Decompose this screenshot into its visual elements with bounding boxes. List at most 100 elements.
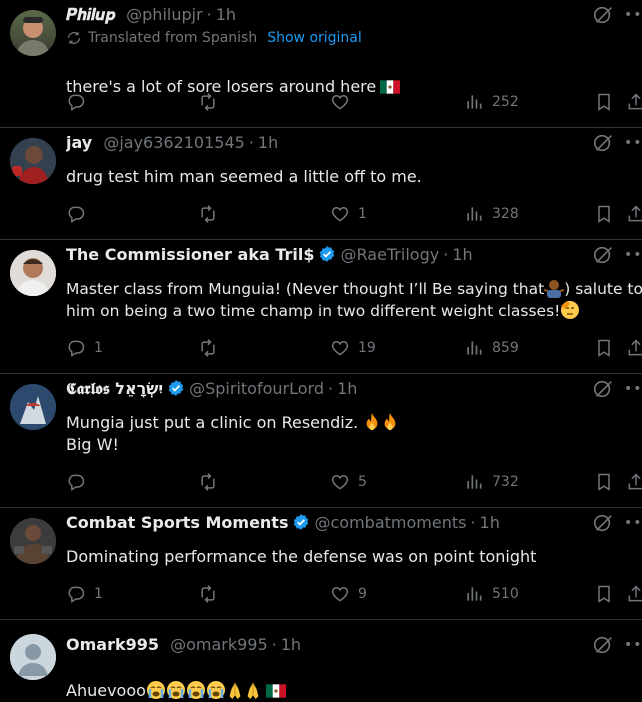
reply-button[interactable] — [66, 203, 94, 225]
avatar[interactable] — [10, 518, 56, 564]
bookmark-icon — [594, 204, 614, 224]
user-handle[interactable]: @RaeTrilogy — [340, 245, 439, 264]
views-button[interactable]: 510 — [464, 583, 519, 605]
more-icon[interactable]: ••• — [624, 247, 642, 263]
more-icon[interactable]: ••• — [624, 381, 642, 397]
timestamp[interactable]: 1h — [337, 379, 357, 398]
user-handle[interactable]: @SpiritofourLord — [189, 379, 324, 398]
user-handle[interactable]: @omark995 — [170, 635, 268, 654]
post-text-content: Ahuevooo — [66, 681, 146, 700]
views-button[interactable]: 732 — [464, 471, 519, 493]
retweet-button[interactable] — [198, 337, 218, 359]
post[interactable]: Omark995 @omark995·1h ••• Ahuevooo — [0, 620, 642, 700]
views-button[interactable]: 859 — [464, 337, 519, 359]
like-button[interactable]: 1 — [330, 203, 367, 225]
user-handle[interactable]: @jay6362101545 — [103, 133, 245, 152]
bookmark-icon — [594, 472, 614, 492]
like-count: 9 — [358, 586, 367, 602]
display-name[interactable]: 𝕮𝖆𝖗𝖑𝖔𝖘 יִשְׂרָאֵל — [66, 379, 163, 398]
crying-emoji-icon — [186, 680, 206, 700]
retweet-button[interactable] — [198, 583, 218, 605]
views-icon — [464, 584, 484, 604]
post[interactable]: 𝑷𝒉𝒊𝒍𝒖𝒑 @philupjr·1h ••• Translated from … — [0, 0, 642, 128]
like-button[interactable] — [330, 91, 358, 113]
separator-dot: · — [470, 513, 476, 532]
timestamp[interactable]: 1h — [452, 245, 472, 264]
share-icon — [626, 584, 642, 604]
avatar[interactable] — [10, 138, 56, 184]
view-count: 732 — [492, 474, 519, 490]
display-name[interactable]: 𝑷𝒉𝒊𝒍𝒖𝒑 — [66, 5, 115, 24]
retweet-button[interactable] — [198, 91, 218, 113]
crying-emoji-icon — [166, 680, 186, 700]
retweet-icon — [198, 204, 218, 224]
bookmark-button[interactable] — [594, 203, 614, 225]
post-text: drug test him man seemed a little off to… — [66, 167, 422, 186]
timestamp[interactable]: 1h — [258, 133, 278, 152]
grok-icon[interactable] — [592, 4, 614, 26]
display-name[interactable]: Omark995 — [66, 635, 159, 654]
retweet-button[interactable] — [198, 471, 218, 493]
avatar[interactable] — [10, 384, 56, 430]
more-icon[interactable]: ••• — [624, 7, 642, 23]
reply-button[interactable]: 1 — [66, 337, 103, 359]
share-button[interactable] — [626, 583, 642, 605]
post-text: Ahuevooo — [66, 658, 634, 702]
bookmark-button[interactable] — [594, 337, 614, 359]
translate-icon — [66, 30, 82, 46]
post[interactable]: jay @jay6362101545·1h ••• drug test him … — [0, 128, 642, 240]
grok-icon[interactable] — [592, 378, 614, 400]
share-button[interactable] — [626, 337, 642, 359]
user-handle[interactable]: @philupjr — [126, 5, 203, 24]
like-button[interactable]: 9 — [330, 583, 367, 605]
avatar[interactable] — [10, 250, 56, 296]
pray-emoji-icon — [226, 680, 244, 700]
grok-icon[interactable] — [592, 132, 614, 154]
post-header: Combat Sports Moments @combatmoments · 1h — [66, 511, 582, 535]
user-handle[interactable]: @combatmoments — [314, 513, 466, 532]
like-button[interactable]: 19 — [330, 337, 376, 359]
grok-icon[interactable] — [592, 244, 614, 266]
pray-emoji-icon — [244, 680, 262, 700]
post-header: jay @jay6362101545 · 1h — [66, 131, 582, 155]
like-button[interactable]: 5 — [330, 471, 367, 493]
show-original-link[interactable]: Show original — [267, 30, 362, 46]
post[interactable]: Combat Sports Moments @combatmoments · 1h •… — [0, 508, 642, 620]
post[interactable]: 𝕮𝖆𝖗𝖑𝖔𝖘 יִשְׂרָאֵל @SpiritofourLord·1h •••… — [0, 374, 642, 508]
reply-icon — [66, 472, 86, 492]
reply-button[interactable]: 1 — [66, 583, 103, 605]
grok-icon[interactable] — [592, 634, 614, 656]
more-icon[interactable]: ••• — [624, 637, 642, 653]
grok-icon[interactable] — [592, 512, 614, 534]
views-button[interactable]: 252 — [464, 91, 519, 113]
more-icon[interactable]: ••• — [624, 135, 642, 151]
reply-button[interactable] — [66, 471, 94, 493]
share-button[interactable] — [626, 471, 642, 493]
separator-dot: · — [443, 245, 449, 264]
bookmark-button[interactable] — [594, 91, 614, 113]
more-icon[interactable]: ••• — [624, 515, 642, 531]
display-name[interactable]: Combat Sports Moments — [66, 513, 288, 532]
timestamp[interactable]: 1h — [281, 635, 301, 654]
reply-icon — [66, 92, 86, 112]
post-text-line1-a: Master class from Munguia! (Never though… — [66, 280, 545, 298]
bookmark-button[interactable] — [594, 471, 614, 493]
share-icon — [626, 338, 642, 358]
post-text: Mungia just put a clinic on Resendiz. Bi… — [66, 412, 634, 456]
display-name[interactable]: jay — [66, 133, 92, 152]
reply-button[interactable] — [66, 91, 94, 113]
post[interactable]: The Commissioner aka Tril$ @RaeTrilogy · 1h… — [0, 240, 642, 374]
view-count: 252 — [492, 94, 519, 110]
avatar[interactable] — [10, 10, 56, 56]
display-name[interactable]: The Commissioner aka Tril$ — [66, 245, 314, 264]
bookmark-button[interactable] — [594, 583, 614, 605]
avatar[interactable] — [10, 634, 56, 680]
share-icon — [626, 472, 642, 492]
retweet-button[interactable] — [198, 203, 218, 225]
share-button[interactable] — [626, 91, 642, 113]
timestamp[interactable]: 1h — [480, 513, 500, 532]
timestamp[interactable]: 1h — [216, 5, 236, 24]
views-button[interactable]: 328 — [464, 203, 519, 225]
post-text-line2: him on being a two time champ in two dif… — [66, 302, 561, 320]
share-button[interactable] — [626, 203, 642, 225]
